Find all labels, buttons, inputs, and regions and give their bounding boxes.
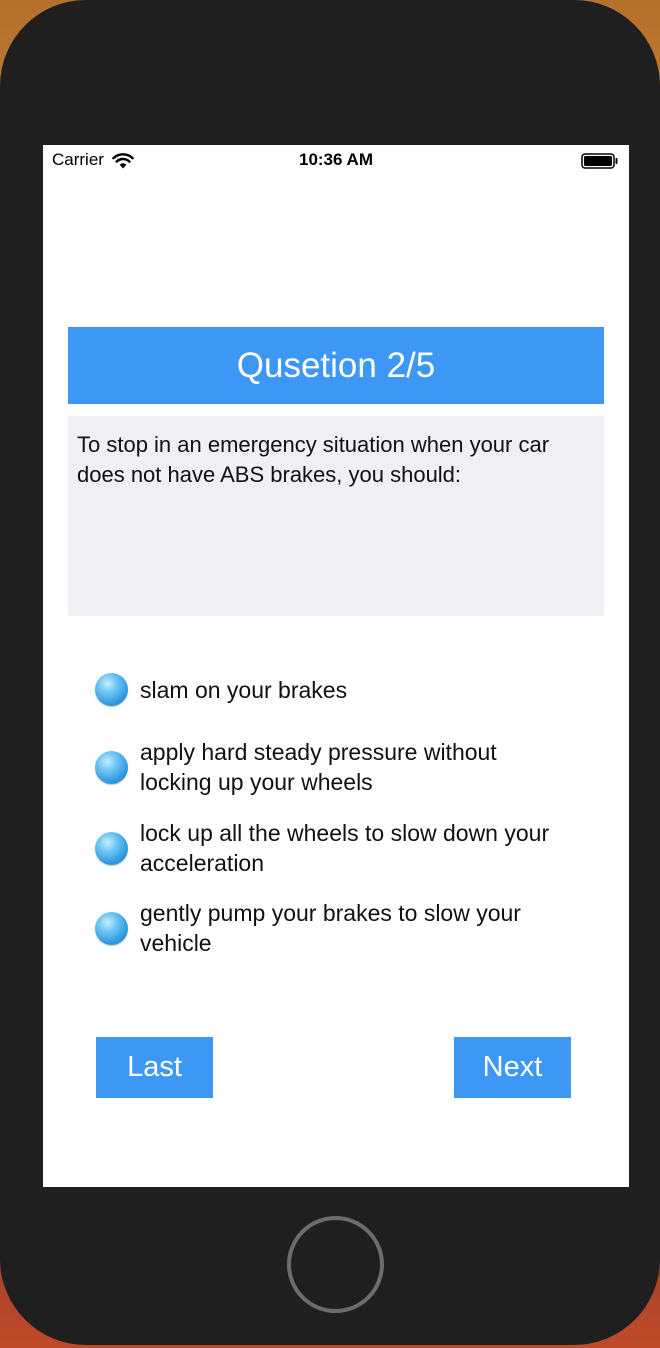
radio-icon[interactable] <box>95 831 128 865</box>
option-label: lock up all the wheels to slow down your… <box>140 820 550 876</box>
last-button[interactable]: Last <box>96 1037 213 1098</box>
option-label: apply hard steady pressure without locki… <box>140 739 497 795</box>
radio-icon[interactable] <box>95 673 128 706</box>
option-2[interactable]: apply hard steady pressure without locki… <box>95 737 615 797</box>
question-text: To stop in an emergency situation when y… <box>68 416 604 616</box>
clock: 10:36 AM <box>298 150 373 169</box>
question-title: Qusetion 2/5 <box>68 327 604 404</box>
status-bar: Carrier 10:36 AM <box>43 145 629 177</box>
option-label: gently pump your brakes to slow your veh… <box>140 900 521 956</box>
option-4[interactable]: gently pump your brakes to slow your veh… <box>95 898 615 958</box>
home-button[interactable] <box>287 1216 384 1313</box>
option-1[interactable]: slam on your brakes <box>95 673 615 706</box>
radio-icon[interactable] <box>95 911 128 945</box>
battery-icon <box>581 153 618 169</box>
next-button[interactable]: Next <box>454 1037 571 1098</box>
option-3[interactable]: lock up all the wheels to slow down your… <box>95 818 615 878</box>
radio-icon[interactable] <box>95 750 128 784</box>
app-screen: Carrier 10:36 AM Qusetion 2/5 To stop in… <box>43 145 629 1187</box>
option-label: slam on your brakes <box>140 676 348 703</box>
